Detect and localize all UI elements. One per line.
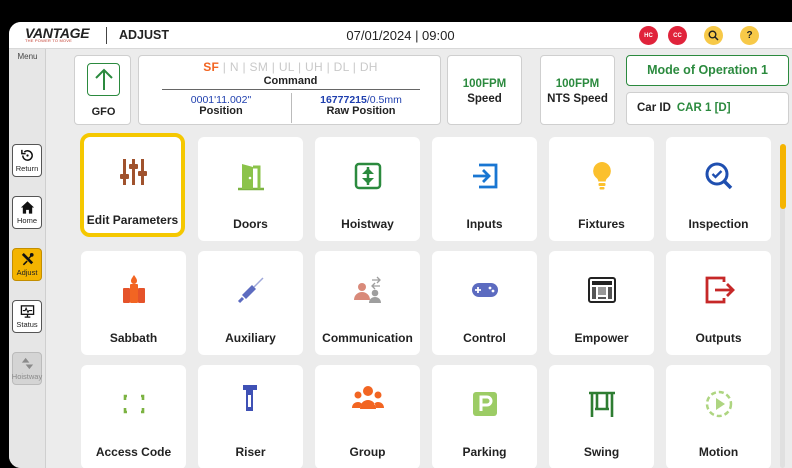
mode-of-operation[interactable]: Mode of Operation 1 <box>626 55 789 86</box>
command-divider <box>162 89 420 90</box>
tile-communication[interactable]: Communication <box>315 251 420 355</box>
position-divider <box>291 93 292 123</box>
hoistway-icon <box>315 159 420 193</box>
gamepad-icon <box>432 273 537 307</box>
search-icon[interactable] <box>704 26 723 45</box>
tile-empower[interactable]: Empower <box>549 251 654 355</box>
up-arrow-icon <box>87 63 120 96</box>
tile-control[interactable]: Control <box>432 251 537 355</box>
group-icon <box>315 381 420 415</box>
speed-panel: 100FPM Speed <box>447 55 522 125</box>
menu-label: Menu <box>17 52 38 61</box>
sliders-icon <box>80 155 185 189</box>
device-frame: VANTAGE THE POWER TO MOVE ADJUST 07/01/2… <box>0 0 792 468</box>
play-dashed-icon <box>666 387 771 421</box>
home-icon <box>20 201 34 214</box>
help-icon[interactable]: ? <box>740 26 759 45</box>
users-exchange-icon <box>315 273 420 307</box>
tile-swing[interactable]: Swing <box>549 365 654 468</box>
updown-icon <box>21 357 33 370</box>
swing-icon <box>549 387 654 421</box>
tile-hoistway[interactable]: Hoistway <box>315 137 420 241</box>
return-icon <box>20 149 33 161</box>
riser-icon <box>198 381 303 415</box>
tile-parking[interactable]: Parking <box>432 365 537 468</box>
cable-icon <box>198 273 303 307</box>
tile-inputs[interactable]: Inputs <box>432 137 537 241</box>
tile-sabbath[interactable]: Sabbath <box>81 251 186 355</box>
door-icon <box>198 159 303 193</box>
controller-box-icon <box>549 273 654 307</box>
tile-motion[interactable]: Motion <box>666 365 771 468</box>
command-label: Command <box>263 75 318 87</box>
tile-outputs[interactable]: Outputs <box>666 251 771 355</box>
top-bar: VANTAGE THE POWER TO MOVE ADJUST 07/01/2… <box>9 22 792 49</box>
raw-position-label: Raw Position <box>326 105 396 117</box>
command-panel: SF | N | SM | UL | UH | DL | DH Command … <box>138 55 441 125</box>
candle-icon <box>81 273 186 307</box>
tile-inspection[interactable]: Inspection <box>666 137 771 241</box>
gfo-panel[interactable]: GFO <box>74 55 131 125</box>
tile-auxiliary[interactable]: Auxiliary <box>198 251 303 355</box>
nts-speed-panel: 100FPM NTS Speed <box>540 55 615 125</box>
input-icon <box>432 159 537 193</box>
nav-home-button[interactable]: Home <box>12 196 42 229</box>
parking-icon <box>432 387 537 421</box>
output-icon <box>666 273 771 307</box>
bulb-icon <box>549 159 654 193</box>
nav-adjust-button[interactable]: Adjust <box>12 248 42 281</box>
nav-hoistway-button[interactable]: Hoistway <box>12 352 42 385</box>
corners-icon <box>81 387 186 421</box>
car-id: Car ID CAR 1 [D] <box>626 92 789 125</box>
tools-icon <box>21 252 34 266</box>
tile-fixtures[interactable]: Fixtures <box>549 137 654 241</box>
app-screen: VANTAGE THE POWER TO MOVE ADJUST 07/01/2… <box>9 22 792 468</box>
magnifier-icon <box>666 159 771 193</box>
monitor-icon <box>20 305 34 318</box>
car-call-badge-icon[interactable]: CC <box>668 26 687 45</box>
tile-riser[interactable]: Riser <box>198 365 303 468</box>
tile-access-code[interactable]: Access Code <box>81 365 186 468</box>
tile-group[interactable]: Group <box>315 365 420 468</box>
position-label: Position <box>199 105 243 117</box>
floor-indicator: SF | N | SM | UL | UH | DL | DH <box>203 60 378 74</box>
side-menu: Menu Return Home Adjust Status Hoistway <box>9 49 46 468</box>
nav-status-button[interactable]: Status <box>12 300 42 333</box>
nav-return-button[interactable]: Return <box>12 144 42 177</box>
hall-call-badge-icon[interactable]: HC <box>639 26 658 45</box>
tile-edit-parameters[interactable]: Edit Parameters <box>80 133 185 237</box>
scrollbar-thumb[interactable] <box>780 144 786 209</box>
tile-doors[interactable]: Doors <box>198 137 303 241</box>
